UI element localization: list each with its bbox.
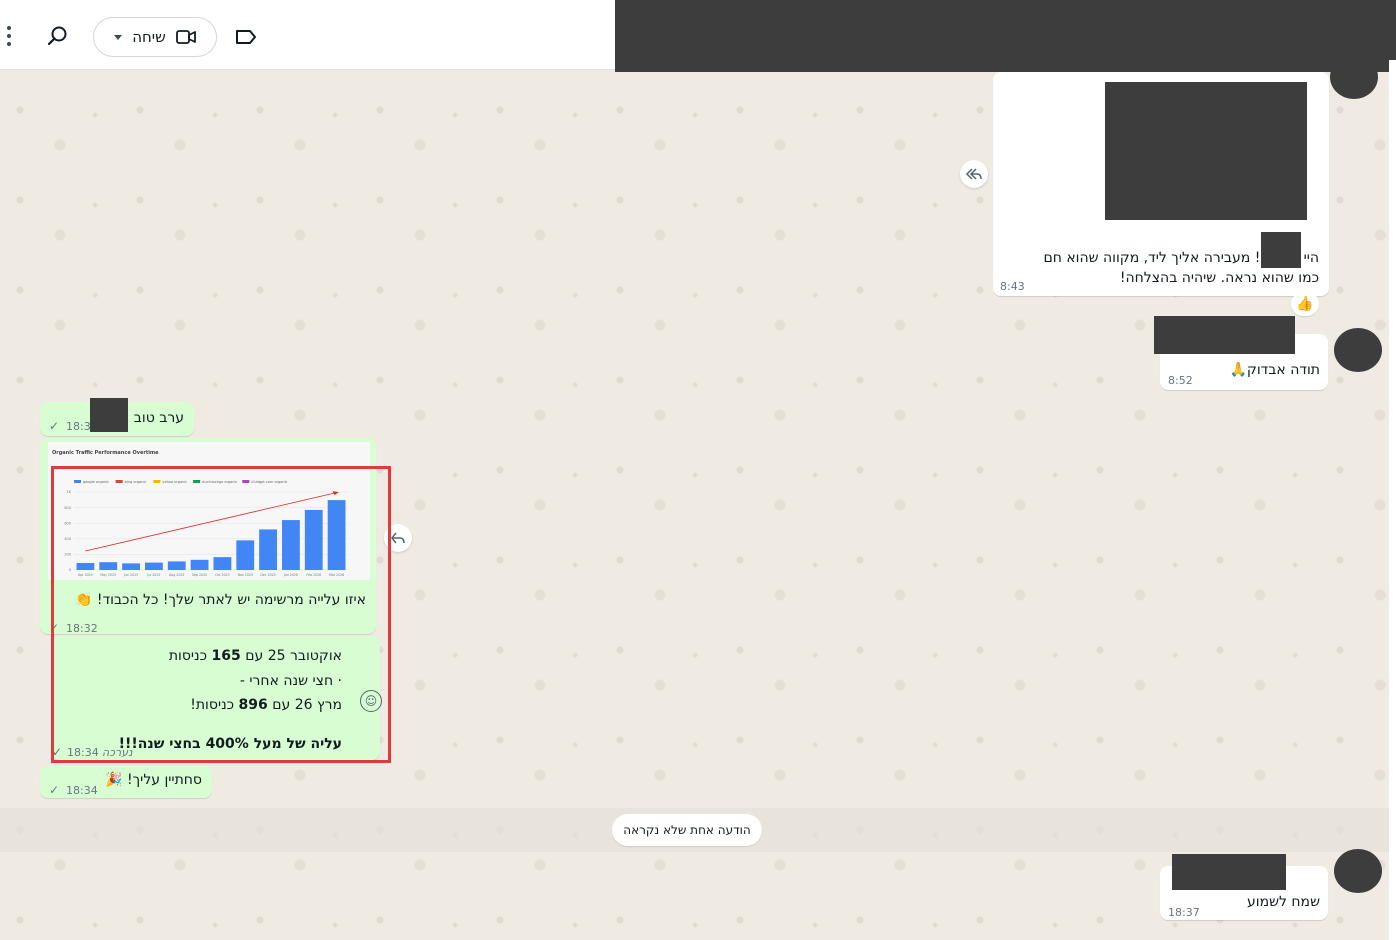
message-text-line: כמו שהוא נראה. שיהיה בהצלחה! xyxy=(1119,270,1319,286)
sent-check-icon: ✓ xyxy=(49,783,60,797)
incoming-message-reply[interactable]: תודה אבדוק🙏 8:52 xyxy=(1154,316,1328,390)
message-text: סחתיין עליך! 🎉 xyxy=(105,772,202,788)
redacted-image xyxy=(1105,82,1307,220)
chevron-down-icon xyxy=(114,34,123,40)
sent-check-icon: ✓ xyxy=(49,419,60,433)
avatar[interactable] xyxy=(1330,55,1378,99)
message-time: 8:52 xyxy=(1168,374,1193,387)
message-time: 8:43 xyxy=(1000,280,1025,293)
search-icon[interactable] xyxy=(44,22,72,50)
redacted-header xyxy=(615,0,1396,72)
highlight-box xyxy=(51,466,391,763)
incoming-message-lead[interactable]: היי ג שמח! מעבירה אליך ליד, מקווה שהוא ח… xyxy=(993,72,1329,296)
forward-icon[interactable] xyxy=(960,160,988,188)
reaction-badge[interactable]: 👍 xyxy=(1291,292,1319,316)
label-icon[interactable] xyxy=(233,24,259,50)
message-time: 18:3 xyxy=(66,420,91,433)
call-button[interactable]: שיחה xyxy=(93,17,217,57)
avatar[interactable] xyxy=(1334,328,1382,372)
call-label: שיחה xyxy=(132,28,166,46)
scrollbar[interactable] xyxy=(1389,60,1396,940)
chart-title: Organic Traffic Performance Overtime xyxy=(52,450,159,456)
more-options-icon[interactable] xyxy=(2,22,16,50)
redacted-name xyxy=(1154,316,1295,354)
unread-label: הודעה אחת שלא נקראה xyxy=(612,814,762,846)
chat-header: שיחה xyxy=(0,0,615,70)
redacted-name xyxy=(1172,854,1286,890)
redacted-name xyxy=(90,398,128,432)
thumbs-up-icon: 👍 xyxy=(1296,296,1314,312)
outgoing-message-congrats[interactable]: סחתיין עליך! 🎉 ✓ 18:34 xyxy=(40,766,212,798)
video-camera-icon xyxy=(175,30,196,44)
avatar[interactable] xyxy=(1334,849,1382,893)
message-time: 18:34 xyxy=(66,784,98,797)
incoming-message-glad[interactable]: שמח לשמוע 18:37 xyxy=(1160,854,1328,920)
message-time: 18:37 xyxy=(1168,906,1200,919)
redacted-name xyxy=(1261,232,1301,268)
